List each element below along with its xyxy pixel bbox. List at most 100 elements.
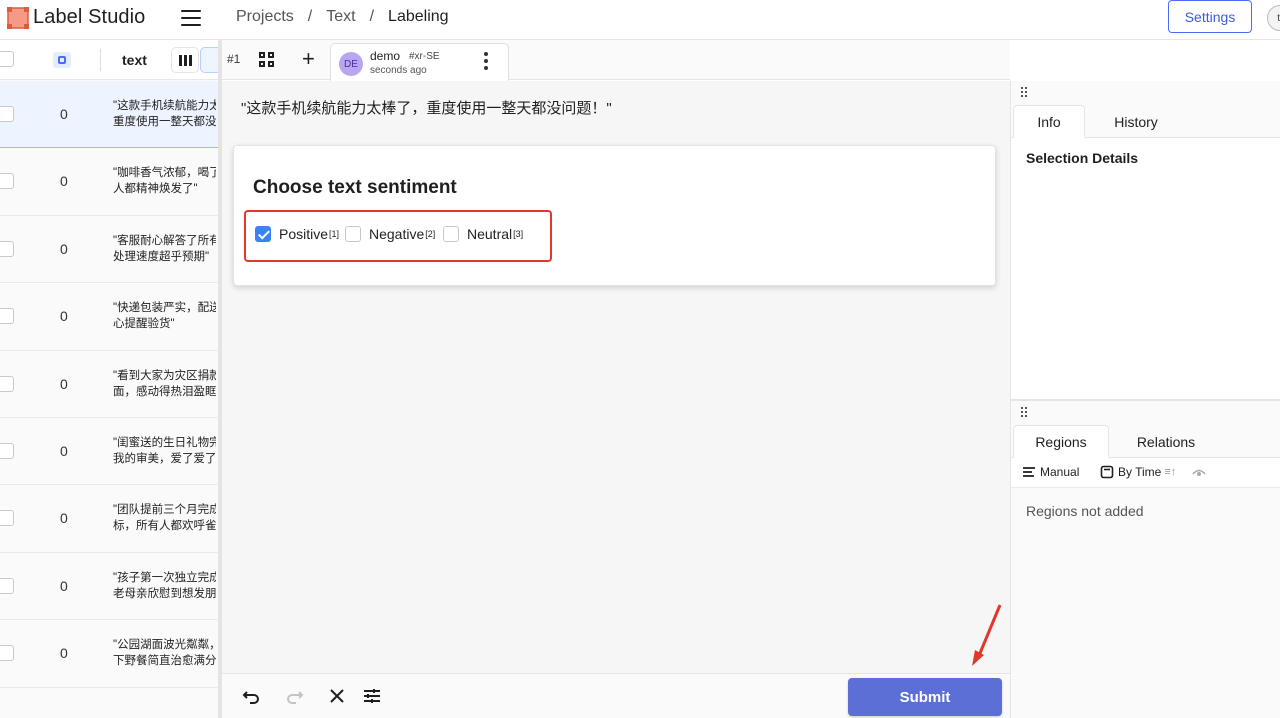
- task-text: "快递包装严实，配送 心提醒验货": [113, 302, 216, 331]
- redo-icon[interactable]: [284, 686, 304, 706]
- annotation-bar: #1 + DE demo #xr-SE seconds ago: [222, 40, 1010, 81]
- breadcrumb: Projects / Text / Labeling: [236, 8, 449, 26]
- row-checkbox[interactable]: [0, 375, 14, 392]
- annotation-count: 0: [60, 375, 68, 392]
- user-avatar[interactable]: tt: [1267, 5, 1280, 31]
- regions-tabs: Regions Relations: [1011, 425, 1280, 458]
- annotation-count: 0: [60, 577, 68, 594]
- task-text: "孩子第一次独立完成 老母亲欣慰到想发朋: [113, 571, 216, 600]
- info-panel-body: Selection Details: [1011, 138, 1280, 399]
- more-options-icon[interactable]: [483, 52, 489, 72]
- row-checkbox[interactable]: [0, 577, 14, 594]
- label-studio-logo-icon: [7, 6, 29, 29]
- task-text-display: "这款手机续航能力太棒了，重度使用一整天都没问题！": [241, 100, 612, 117]
- tab-regions[interactable]: Regions: [1013, 425, 1109, 458]
- close-icon[interactable]: [327, 686, 347, 706]
- task-text: "公园湖面波光粼粼， 下野餐简直治愈满分: [113, 639, 216, 668]
- manual-sort-filter[interactable]: Manual: [1022, 465, 1079, 479]
- select-all-checkbox[interactable]: [0, 51, 14, 67]
- undo-icon[interactable]: [242, 686, 262, 706]
- row-checkbox[interactable]: [0, 645, 14, 662]
- task-text: "闺蜜送的生日礼物完 我的审美，爱了爱了: [113, 436, 216, 465]
- choice-positive[interactable]: Positive [1]: [255, 226, 339, 242]
- task-list-header: text: [0, 40, 218, 80]
- question-title: Choose text sentiment: [253, 177, 457, 198]
- panel-divider: [1011, 399, 1280, 401]
- breadcrumb-labeling: Labeling: [388, 8, 449, 25]
- tab-relations[interactable]: Relations: [1125, 425, 1207, 458]
- sentiment-card: Choose text sentiment Positive [1] Negati…: [233, 145, 996, 286]
- task-list-panel: text 0 "这款手机续航能力太 重度使用一整天都没 0 "咖啡香气浓郁，喝了人…: [0, 40, 218, 718]
- choice-neutral[interactable]: Neutral [3]: [443, 226, 523, 242]
- sort-order-icon[interactable]: ≡↑: [1164, 466, 1176, 478]
- breadcrumb-separator: /: [307, 8, 313, 25]
- task-rows: 0 "这款手机续航能力太 重度使用一整天都没 0 "咖啡香气浓郁，喝了 人都精神焕发…: [0, 81, 218, 688]
- columns-icon[interactable]: [172, 48, 198, 72]
- regions-list: Regions not added: [1011, 489, 1280, 718]
- annotation-count: 0: [60, 308, 68, 325]
- annotation-count: 0: [60, 645, 68, 662]
- row-checkbox[interactable]: [0, 240, 14, 257]
- task-row[interactable]: 0 "这款手机续航能力太 重度使用一整天都没: [0, 81, 218, 149]
- selection-details-title: Selection Details: [1026, 150, 1139, 166]
- task-text: "看到大家为灾区捐款 面，感动得热泪盈眶: [113, 369, 216, 398]
- settings-button[interactable]: Settings: [1168, 0, 1252, 33]
- breadcrumb-projects[interactable]: Projects: [236, 8, 294, 26]
- hotkey-hint: [3]: [513, 229, 524, 239]
- settings-sliders-icon[interactable]: [362, 686, 382, 706]
- annotation-count: 0: [60, 173, 68, 190]
- add-annotation-icon[interactable]: +: [302, 48, 315, 70]
- checkbox-icon[interactable]: [443, 226, 459, 242]
- row-checkbox[interactable]: [0, 308, 14, 325]
- task-row[interactable]: 0 "咖啡香气浓郁，喝了 人都精神焕发了": [0, 148, 218, 216]
- manual-label: Manual: [1040, 465, 1080, 479]
- list-icon: [1023, 467, 1035, 477]
- layout-toggle-button[interactable]: [201, 48, 218, 72]
- eye-icon[interactable]: [1192, 467, 1206, 479]
- row-checkbox[interactable]: [0, 106, 14, 122]
- task-row[interactable]: 0 "闺蜜送的生日礼物完 我的审美，爱了爱了: [0, 417, 218, 486]
- annotation-tab[interactable]: DE demo #xr-SE seconds ago: [330, 43, 509, 81]
- checkbox-checked-icon[interactable]: [255, 226, 271, 242]
- info-tabs: Info History: [1011, 105, 1280, 138]
- tab-history[interactable]: History: [1101, 105, 1171, 138]
- labeling-area: "这款手机续航能力太棒了，重度使用一整天都没问题！" Choose text s…: [222, 81, 1010, 673]
- annotations-column-icon: [53, 52, 71, 68]
- regions-filter-bar: Manual By Time ≡↑: [1011, 458, 1280, 488]
- bottom-toolbar: Submit: [222, 673, 1010, 718]
- annotation-id: #xr-SE: [409, 51, 440, 62]
- drag-handle-icon[interactable]: [1021, 407, 1029, 417]
- breadcrumb-text[interactable]: Text: [326, 8, 355, 26]
- app-logo[interactable]: Label Studio: [7, 6, 145, 29]
- row-checkbox[interactable]: [0, 442, 14, 459]
- task-row[interactable]: 0 "客服耐心解答了所有 处理速度超乎预期": [0, 215, 218, 284]
- annotator-name: demo: [370, 49, 401, 63]
- red-arrow-annotation: [972, 604, 1002, 666]
- annotation-count: 0: [60, 106, 68, 122]
- regions-empty-message: Regions not added: [1026, 503, 1144, 519]
- task-row[interactable]: 0 "看到大家为灾区捐款 面，感动得热泪盈眶: [0, 350, 218, 418]
- annotation-count: 0: [60, 240, 68, 257]
- checkbox-icon[interactable]: [345, 226, 361, 242]
- row-checkbox[interactable]: [0, 510, 14, 527]
- task-row[interactable]: 0 "快递包装严实，配送 心提醒验货": [0, 283, 218, 351]
- hotkey-hint: [2]: [425, 229, 436, 239]
- row-checkbox[interactable]: [0, 173, 14, 190]
- task-row[interactable]: 0 "团队提前三个月完成 标，所有人都欢呼雀: [0, 485, 218, 553]
- by-time-sort-filter[interactable]: By Time ≡↑: [1100, 465, 1176, 479]
- choice-negative[interactable]: Negative [2]: [345, 226, 435, 242]
- text-column-header[interactable]: text: [122, 52, 147, 68]
- task-text: "团队提前三个月完成 标，所有人都欢呼雀: [113, 504, 216, 533]
- annotation-time: seconds ago: [370, 65, 427, 76]
- drag-handle-icon[interactable]: [1021, 87, 1029, 97]
- task-row[interactable]: 0 "孩子第一次独立完成 老母亲欣慰到想发朋: [0, 552, 218, 621]
- task-row[interactable]: 0 "公园湖面波光粼粼， 下野餐简直治愈满分: [0, 620, 218, 688]
- sentiment-choices: Positive [1] Negative [2] Neutral [3]: [244, 210, 552, 262]
- tab-info[interactable]: Info: [1013, 105, 1085, 138]
- task-text: "咖啡香气浓郁，喝了 人都精神焕发了": [113, 167, 216, 196]
- grid-view-icon[interactable]: [259, 52, 275, 68]
- menu-icon[interactable]: [181, 10, 201, 26]
- submit-button[interactable]: Submit: [848, 678, 1002, 716]
- task-id: #1: [227, 52, 241, 66]
- column-divider: [100, 49, 101, 71]
